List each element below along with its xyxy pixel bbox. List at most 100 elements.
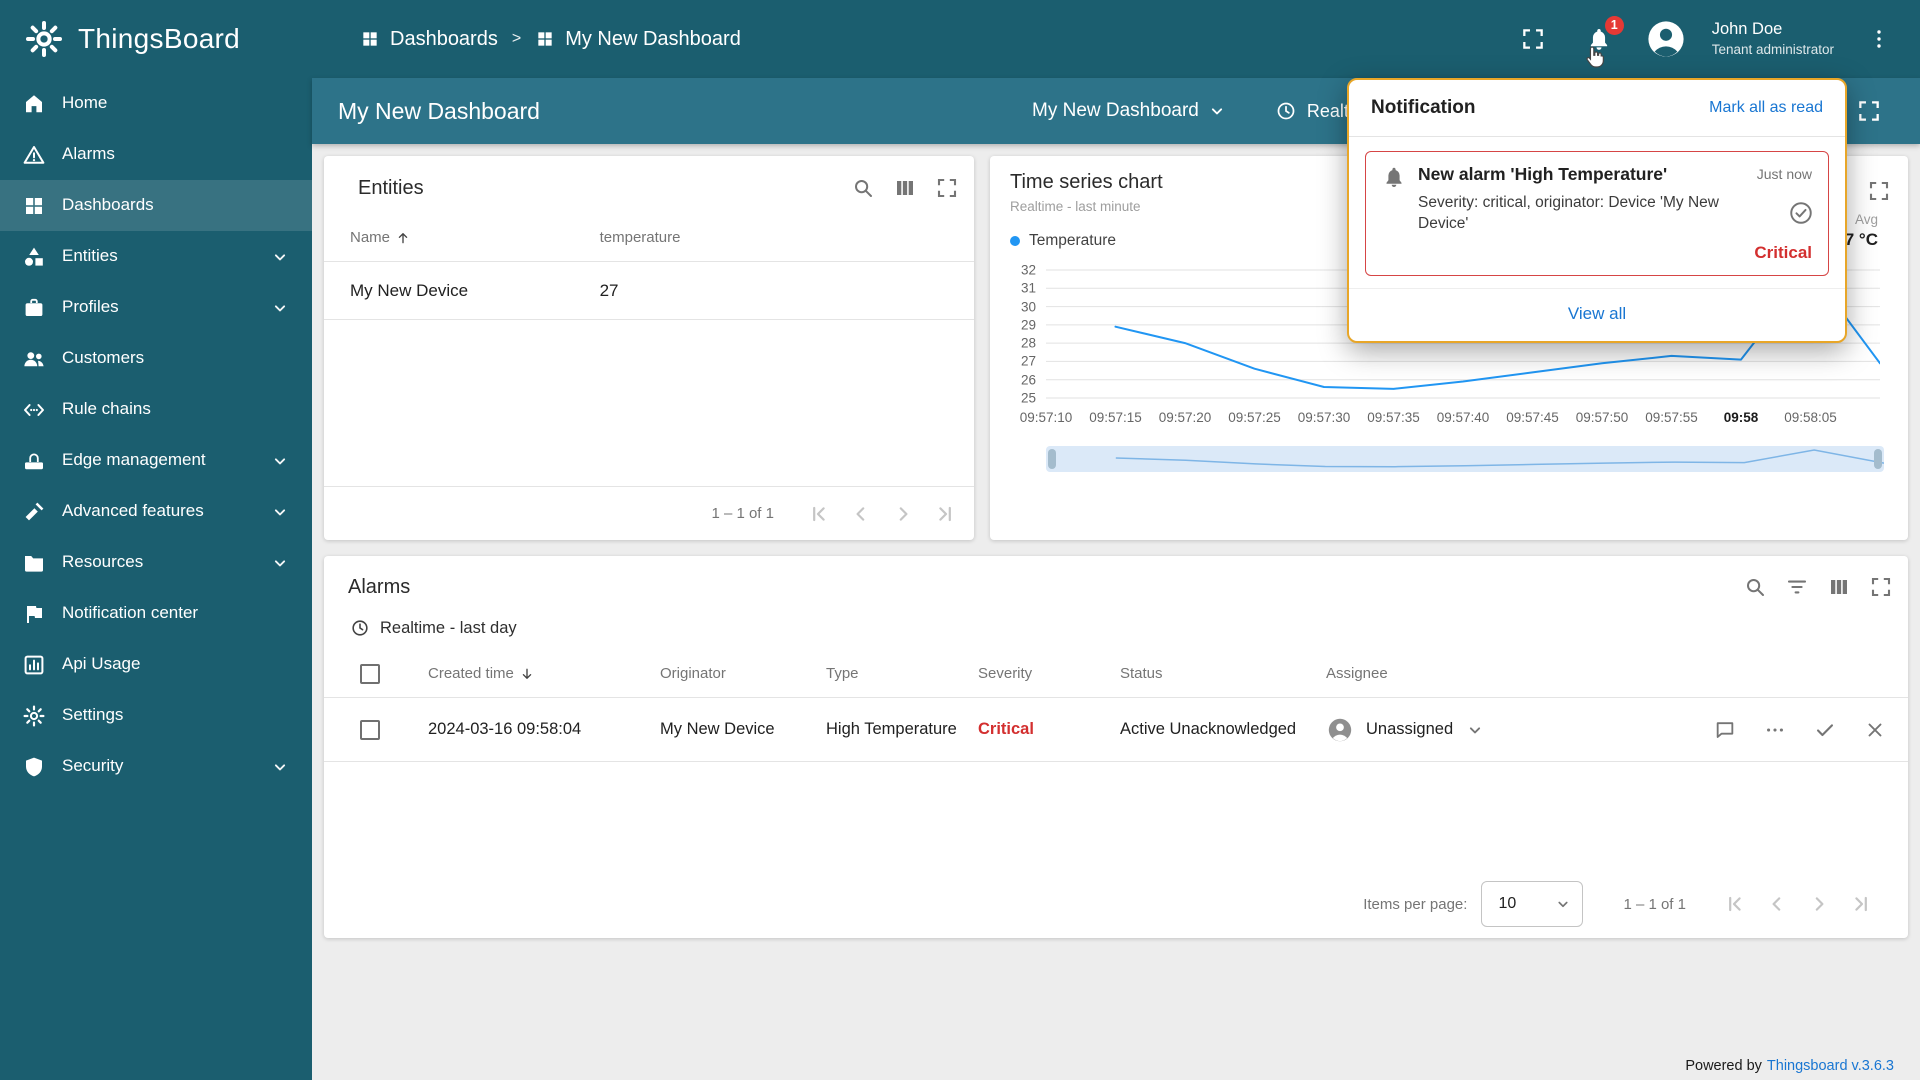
column-header-type[interactable]: Type [814,665,966,682]
sidebar-item-label: Entities [62,246,118,266]
notifications-button[interactable]: 1 [1578,16,1624,68]
entities-widget: Entities Name temperature My New Device … [324,156,974,540]
items-per-page-select[interactable]: 10 [1481,881,1584,927]
column-header-assignee[interactable]: Assignee [1314,665,1664,682]
x-tick-label: 09:58:05 [1784,410,1837,425]
settings-gear-icon [22,704,46,728]
alarm-clear-button[interactable] [1854,709,1896,751]
notification-item-header: New alarm 'High Temperature' Just now [1382,164,1812,189]
sidebar-item-notification-center[interactable]: Notification center [0,588,312,639]
last-page-icon [933,502,957,526]
entities-first-page-button[interactable] [798,493,840,535]
sidebar-item-profiles[interactable]: Profiles [0,282,312,333]
alarms-next-page-button[interactable] [1798,883,1840,925]
column-header-created-time[interactable]: Created time [416,665,648,682]
powered-by: Powered by Thingsboard v.3.6.3 [1685,1058,1894,1074]
alarms-previous-page-button[interactable] [1756,883,1798,925]
alarm-assignee-select[interactable]: Unassigned [1314,716,1664,744]
alarms-columns-button[interactable] [1818,566,1860,608]
entities-search-button[interactable] [842,167,884,209]
legend-item-temperature[interactable]: Temperature [1010,232,1116,250]
y-tick-label: 25 [1020,390,1036,406]
more-menu-button[interactable] [1858,18,1900,60]
api-usage-icon [22,653,46,677]
column-header-name[interactable]: Name [350,229,600,246]
fullscreen-icon [1520,26,1546,52]
sidebar-item-edge-management[interactable]: Edge management [0,435,312,486]
alarm-more-button[interactable] [1754,709,1796,751]
entities-columns-button[interactable] [884,167,926,209]
pagination-range: 1 – 1 of 1 [1623,895,1686,913]
sidebar-item-label: Alarms [62,144,115,164]
breadcrumb-my-new-dashboard[interactable]: My New Dashboard [535,27,741,51]
user-avatar[interactable] [1644,17,1688,61]
powered-by-link[interactable]: Thingsboard v.3.6.3 [1767,1058,1894,1074]
alarms-search-button[interactable] [1734,566,1776,608]
breadcrumb-dashboards[interactable]: Dashboards [360,27,498,51]
sidebar-item-label: Notification center [62,603,199,623]
y-axis-labels: 32 31 30 29 28 27 26 25 [996,263,1040,406]
sidebar-item-home[interactable]: Home [0,78,312,129]
alarm-acknowledge-button[interactable] [1804,709,1846,751]
select-all-checkbox[interactable] [360,663,380,684]
fullscreen-button[interactable] [1512,18,1554,60]
fullscreen-icon [1869,575,1893,599]
alarm-created-time-cell: 2024-03-16 09:58:04 [428,720,582,738]
dashboard-fullscreen-button[interactable] [1848,90,1890,132]
bell-icon [1382,165,1406,189]
entities-previous-page-button[interactable] [840,493,882,535]
entities-table-row[interactable]: My New Device 27 [324,262,974,320]
alarms-title: Alarms [348,576,411,598]
sidebar-item-api-usage[interactable]: Api Usage [0,639,312,690]
view-all-link[interactable]: View all [1349,287,1845,341]
sidebar-nav: Home Alarms Dashboards Entities Profiles [0,78,312,792]
sidebar-item-customers[interactable]: Customers [0,333,312,384]
alarm-details-button[interactable] [1704,709,1746,751]
mark-read-button[interactable] [1788,200,1814,226]
alarm-table-row[interactable]: 2024-03-16 09:58:04 My New Device High T… [324,698,1908,762]
items-per-page-label: Items per page: [1363,895,1468,913]
entities-next-page-button[interactable] [882,493,924,535]
sidebar-item-dashboards[interactable]: Dashboards [0,180,312,231]
entities-last-page-button[interactable] [924,493,966,535]
alarms-timewindow-button[interactable]: Realtime - last day [324,614,517,650]
dashboard-title: My New Dashboard [338,97,540,124]
chevron-left-icon [1765,892,1789,916]
items-per-page-value: 10 [1498,895,1517,912]
row-checkbox[interactable] [360,719,380,740]
user-menu[interactable]: John Doe Tenant administrator [1712,20,1834,59]
sidebar-item-settings[interactable]: Settings [0,690,312,741]
brand-logo[interactable]: ThingsBoard [0,0,312,78]
x-tick-label: 09:57:40 [1436,410,1490,425]
thingsboard-logo-icon [24,19,64,59]
column-header-status[interactable]: Status [1108,665,1314,682]
alarms-fullscreen-button[interactable] [1860,566,1902,608]
search-icon [851,176,875,200]
alarms-first-page-button[interactable] [1714,883,1756,925]
chart-fullscreen-button[interactable] [1858,170,1900,212]
kebab-icon [1867,27,1891,51]
notification-popup-header: Notification Mark all as read [1349,80,1845,137]
sidebar-item-security[interactable]: Security [0,741,312,792]
column-header-originator[interactable]: Originator [648,665,814,682]
sidebar-item-rule-chains[interactable]: Rule chains [0,384,312,435]
sidebar-item-alarms[interactable]: Alarms [0,129,312,180]
dashboard-state-select[interactable]: My New Dashboard [1032,100,1227,122]
mark-all-as-read-link[interactable]: Mark all as read [1709,99,1823,117]
entities-fullscreen-button[interactable] [926,167,968,209]
mouse-cursor [1582,44,1608,70]
sidebar-item-advanced-features[interactable]: Advanced features [0,486,312,537]
sidebar-item-resources[interactable]: Resources [0,537,312,588]
alarms-last-page-button[interactable] [1840,883,1882,925]
entities-icon [22,245,46,269]
column-header-temperature[interactable]: temperature [600,229,974,246]
chevron-down-icon [270,298,290,318]
notification-item[interactable]: New alarm 'High Temperature' Just now Se… [1365,151,1829,276]
rule-chains-icon [22,398,46,422]
filter-icon [1785,575,1809,599]
alarms-filter-button[interactable] [1776,566,1818,608]
sidebar-item-entities[interactable]: Entities [0,231,312,282]
column-header-severity[interactable]: Severity [966,665,1108,682]
x-axis-labels: 09:57:10 09:57:15 09:57:20 09:57:25 09:5… [1020,410,1880,432]
chart-time-brush[interactable] [1046,446,1884,472]
